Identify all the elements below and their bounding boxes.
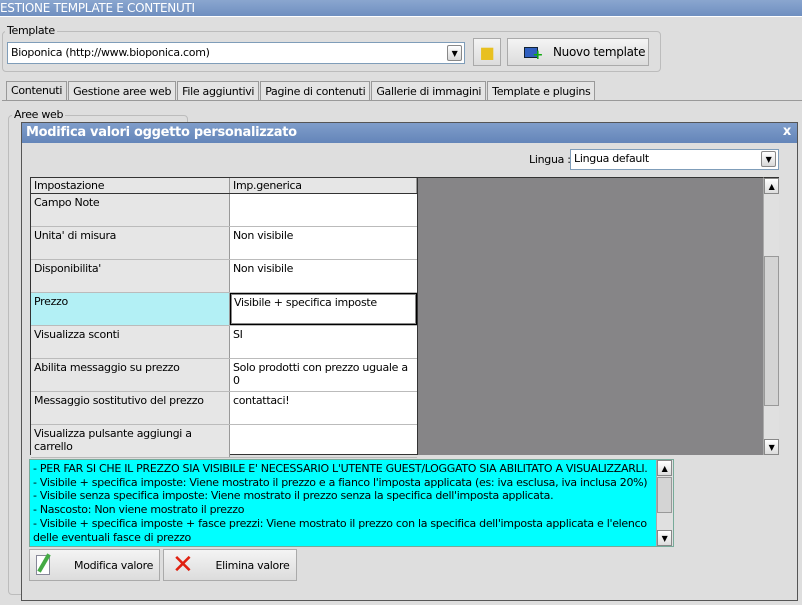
table-row[interactable]: Messaggio sostitutivo del prezzo contatta… [31,392,417,425]
column-header-impostazione[interactable]: Impostazione [31,178,230,193]
tab-file-aggiuntivi[interactable]: File aggiuntivi [177,81,260,101]
setting-value[interactable]: Non visibile [230,227,417,259]
new-template-label: Nuovo template [553,45,646,59]
column-header-imp-generica[interactable]: Imp.generica [230,178,417,193]
scroll-down-icon[interactable]: ▼ [657,530,672,546]
delete-value-label: Elimina valore [215,558,290,572]
setting-name[interactable]: Disponibilita' [31,260,230,292]
help-line: - Nascosto: Non viene mostrato il prezzo [33,503,245,517]
table-row[interactable]: Prezzo Visibile + specifica imposte [31,293,417,326]
setting-value[interactable]: contattaci! [230,392,417,424]
help-line: - Visibile + specifica imposte + fasce p… [33,516,647,544]
table-row[interactable]: Disponibilita' Non visibile [31,260,417,293]
lingua-label: Lingua : [529,153,571,166]
template-value: Bioponica (http://www.bioponica.com) [11,46,210,59]
help-text-box: - PER FAR SI CHE IL PREZZO SIA VISIBILE … [29,459,674,547]
grid-empty-area [418,177,764,455]
setting-value[interactable]: Solo prodotti con prezzo uguale a 0 [230,359,417,391]
settings-grid: Impostazione Imp.generica Campo Note Unit… [30,177,418,458]
table-row[interactable]: Visualizza pulsante aggiungi a carrello [31,425,417,458]
main-tabs: Contenuti Gestione aree web File aggiunt… [6,81,596,101]
modify-value-button[interactable]: Modifica valore [29,549,160,581]
table-row[interactable]: Campo Note [31,194,417,227]
scroll-up-icon[interactable]: ▲ [657,460,672,476]
setting-name[interactable]: Visualizza pulsante aggiungi a carrello [31,425,230,457]
help-line: - Visibile + specifica imposte: Viene mo… [33,475,648,489]
setting-name[interactable]: Campo Note [31,194,230,226]
table-row[interactable]: Visualizza sconti SI [31,326,417,359]
setting-value[interactable]: Non visibile [230,260,417,292]
scroll-thumb[interactable] [764,256,779,406]
tab-gallerie-immagini[interactable]: Gallerie di immagini [371,81,487,101]
chevron-down-icon[interactable]: ▼ [761,151,776,167]
red-x-icon: ✕ [172,550,194,580]
setting-name[interactable]: Visualizza sconti [31,326,230,358]
grid-header: Impostazione Imp.generica [31,178,417,194]
setting-value[interactable]: Visibile + specifica imposte [230,293,417,325]
table-row[interactable]: Abilita messaggio su prezzo Solo prodotti… [31,359,417,392]
dialog-title: Modifica valori oggetto personalizzato x [22,123,797,143]
setting-value[interactable] [230,194,417,226]
scroll-up-icon[interactable]: ▲ [764,178,779,194]
close-icon[interactable]: x [783,124,791,139]
grid-scrollbar[interactable]: ▲ ▼ [763,177,779,455]
setting-value[interactable]: SI [230,326,417,358]
help-line: - Visibile senza specifica imposte: Vien… [33,489,554,503]
scroll-down-icon[interactable]: ▼ [764,439,779,455]
aree-web-legend: Aree web [12,108,66,121]
app-title: ESTIONE TEMPLATE E CONTENUTI [0,0,802,17]
add-window-icon: + [524,46,543,63]
tab-pagine-contenuti[interactable]: Pagine di contenuti [260,81,371,101]
delete-value-button[interactable]: ✕ Elimina valore [163,549,297,581]
folder-icon: ■ [479,42,495,62]
setting-value[interactable] [230,425,417,457]
tab-gestione-aree-web[interactable]: Gestione aree web [68,81,177,101]
help-line: - PER FAR SI CHE IL PREZZO SIA VISIBILE … [33,462,648,475]
lingua-value: Lingua default [574,152,649,165]
tab-template-plugins[interactable]: Template e plugins [487,81,596,101]
setting-name[interactable]: Abilita messaggio su prezzo [31,359,230,391]
setting-name[interactable]: Prezzo [31,293,230,325]
modify-value-label: Modifica valore [74,558,154,572]
chevron-down-icon[interactable]: ▼ [447,45,462,61]
new-template-button[interactable]: + Nuovo template [507,38,649,66]
template-legend: Template [5,24,57,37]
edit-object-dialog: Modifica valori oggetto personalizzato x… [21,122,798,601]
open-folder-button[interactable]: ■ [473,38,501,66]
setting-name[interactable]: Unita' di misura [31,227,230,259]
lingua-select[interactable]: Lingua default ▼ [570,149,779,170]
template-select[interactable]: Bioponica (http://www.bioponica.com) ▼ [7,42,465,64]
help-scrollbar[interactable]: ▲ ▼ [656,460,673,546]
tab-contenuti[interactable]: Contenuti [6,81,68,101]
setting-name[interactable]: Messaggio sostitutivo del prezzo [31,392,230,424]
edit-document-icon [36,553,51,575]
table-row[interactable]: Unita' di misura Non visibile [31,227,417,260]
dialog-title-text: Modifica valori oggetto personalizzato [26,125,297,140]
scroll-thumb[interactable] [657,477,672,513]
